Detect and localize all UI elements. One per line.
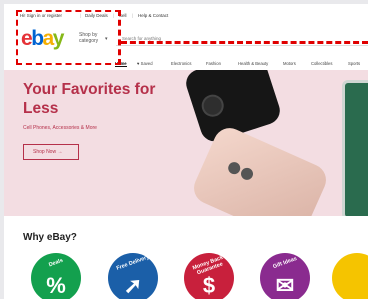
feature-label: Free Delivery (115, 254, 151, 272)
help-contact-link[interactable]: Help & Contact (138, 13, 168, 18)
feature-label: Gift Ideas (272, 255, 298, 271)
feature-more[interactable] (332, 253, 368, 299)
feature-money-back[interactable]: Money Back Guarantee $ (184, 253, 234, 299)
divider: | (132, 13, 134, 18)
nav-item-health-beauty[interactable]: Health & Beauty (238, 61, 268, 66)
percent-icon: % (46, 273, 66, 298)
camera-icon (226, 160, 243, 177)
nav-item-collectibles[interactable]: Collectibles (311, 61, 332, 66)
nav-item-electronics[interactable]: Electronics (171, 61, 191, 66)
why-ebay-heading: Why eBay? (23, 232, 77, 243)
feature-gift-ideas[interactable]: Gift Ideas ✉ (260, 253, 310, 299)
browser-page: Hi! Sign in or register | Daily Deals | … (4, 4, 368, 299)
camera-icon (198, 91, 227, 120)
dollar-icon: $ (202, 273, 216, 298)
rocket-icon: ➚ (123, 273, 143, 298)
annotation-highlight-box (16, 10, 121, 65)
hero-subtitle: Cell Phones, Accessories & More (23, 125, 97, 131)
nav-item-sports[interactable]: Sports (348, 61, 360, 66)
annotation-highlight-line (121, 41, 368, 44)
gift-icon: ✉ (275, 273, 295, 298)
hero-banner[interactable]: Your Favorites for Less Cell Phones, Acc… (4, 70, 368, 216)
nav-item-saved[interactable]: ♥ Saved (137, 61, 153, 66)
nav-item-motors[interactable]: Motors (283, 61, 296, 66)
nav-item-fashion[interactable]: Fashion (206, 61, 221, 66)
hero-title: Your Favorites for Less (23, 81, 156, 117)
feature-free-delivery[interactable]: Free Delivery ➚ (108, 253, 158, 299)
feature-deals[interactable]: Deals % (31, 253, 81, 299)
green-phone-image (342, 80, 368, 216)
feature-label: Deals (48, 257, 64, 269)
shop-now-button[interactable]: Shop Now → (23, 144, 79, 160)
